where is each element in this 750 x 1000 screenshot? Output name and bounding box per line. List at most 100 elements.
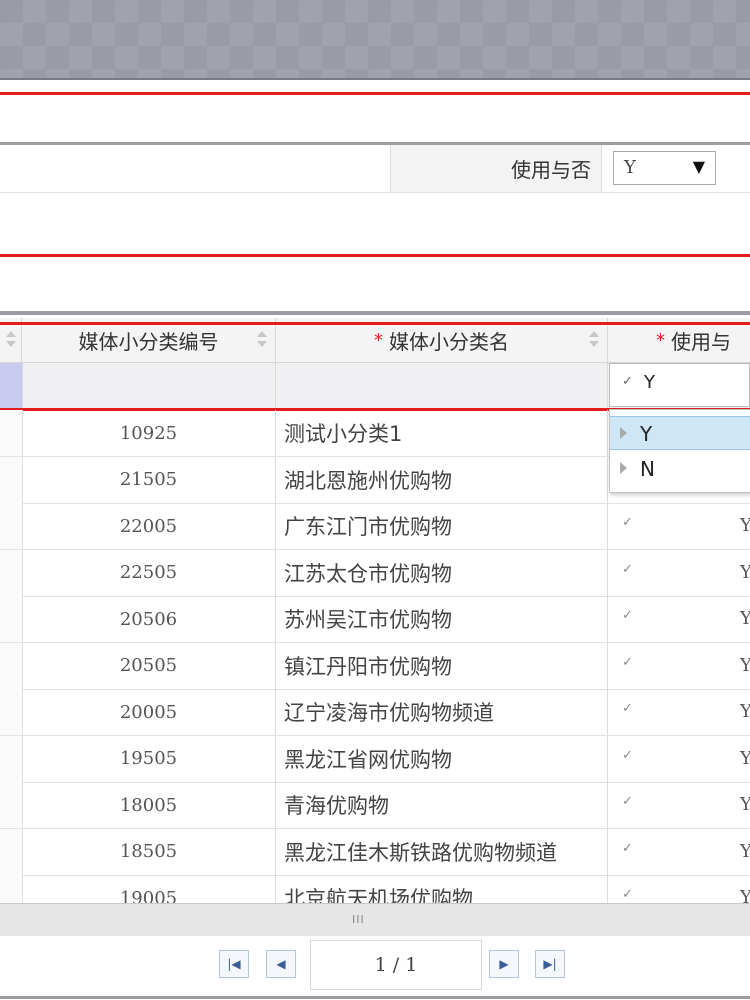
cell-use[interactable]: ✓Y	[608, 689, 750, 735]
first-page-icon: |◀	[227, 957, 241, 971]
dropdown-option-n[interactable]: N	[610, 452, 750, 486]
cell-use-value: Y	[740, 747, 750, 769]
cell-code: 20505	[22, 642, 276, 689]
check-icon: ✓	[622, 701, 633, 716]
table-row[interactable]: 20005 辽宁凌海市优购物频道 ✓ Y	[0, 689, 750, 736]
sort-icon[interactable]	[4, 331, 18, 349]
pager: |◀ ◀ 1 / 1 ▶ ▶|	[0, 936, 750, 999]
use-filter-select[interactable]: Y ▼	[613, 151, 716, 185]
cell-use[interactable]: ✓Y	[608, 503, 750, 549]
cell-use-value: Y	[740, 561, 750, 583]
cell-use[interactable]: ✓Y	[608, 643, 750, 689]
last-page-icon: ▶|	[543, 957, 557, 971]
cell-name: 广东江门市优购物	[276, 503, 608, 549]
cell-use-value: Y	[740, 794, 750, 815]
row-selector[interactable]	[0, 410, 23, 456]
grid-top-border	[0, 311, 750, 315]
cell-code: 22005	[22, 503, 276, 549]
table-row[interactable]: 19505 黑龙江省网优购物 ✓ Y	[0, 735, 750, 783]
use-filter-value: Y	[624, 157, 636, 178]
cell-use[interactable]: ✓Y	[608, 782, 750, 828]
cell-name: 黑龙江佳木斯铁路优购物频道	[276, 828, 608, 875]
last-page-button[interactable]: ▶|	[535, 950, 565, 978]
header-code-label: 媒体小分类编号	[78, 329, 219, 354]
caret-right-icon	[620, 462, 627, 474]
check-icon: ✓	[622, 794, 633, 809]
next-page-icon: ▶	[499, 957, 509, 971]
row-selector[interactable]	[0, 828, 23, 875]
use-edit-value: Y	[644, 372, 655, 393]
prev-page-icon: ◀	[276, 957, 286, 971]
row-selector[interactable]	[0, 503, 23, 549]
cell-name: 黑龙江省网优购物	[276, 735, 608, 782]
table-row[interactable]: 20505 镇江丹阳市优购物 ✓ Y	[0, 642, 750, 690]
horizontal-scrollbar[interactable]: III	[0, 903, 750, 937]
top-banner	[0, 0, 750, 80]
cell-use[interactable]: ✓Y	[608, 550, 750, 596]
cell-name: 苏州吴江市优购物	[276, 596, 608, 642]
use-edit-combobox[interactable]: ✓ Y	[609, 363, 750, 407]
row-selector[interactable]	[0, 363, 22, 409]
cell-use-value: Y	[740, 701, 750, 722]
check-icon: ✓	[622, 887, 633, 902]
edit-cell-code[interactable]	[22, 363, 276, 409]
row-selector[interactable]	[0, 596, 23, 642]
check-icon: ✓	[622, 561, 633, 577]
cell-code: 21505	[22, 456, 276, 503]
cell-name: 青海优购物	[276, 782, 608, 828]
cell-code: 20005	[22, 689, 276, 735]
caret-right-icon	[620, 427, 627, 439]
check-icon: ✓	[622, 747, 633, 763]
check-icon: ✓	[622, 515, 633, 530]
cell-code: 20506	[22, 596, 276, 642]
cell-code: 18005	[22, 782, 276, 828]
cell-name: 测试小分类1	[276, 410, 608, 456]
cell-code: 18505	[22, 828, 276, 875]
table-row[interactable]: 18005 青海优购物 ✓ Y	[0, 782, 750, 829]
cell-name: 湖北恩施州优购物	[276, 456, 608, 503]
row-selector[interactable]	[0, 642, 23, 689]
cell-name: 镇江丹阳市优购物	[276, 642, 608, 689]
table-row[interactable]: 22505 江苏太仓市优购物 ✓ Y	[0, 549, 750, 597]
cell-use-value: Y	[740, 840, 750, 862]
row-selector[interactable]	[0, 456, 23, 503]
first-page-button[interactable]: |◀	[219, 950, 249, 978]
highlight-line-header	[0, 322, 750, 325]
dropdown-option-label: Y	[640, 422, 653, 446]
cell-name: 辽宁凌海市优购物频道	[276, 689, 608, 735]
row-selector[interactable]	[0, 735, 23, 782]
table-row[interactable]: 20506 苏州吴江市优购物 ✓ Y	[0, 596, 750, 643]
cell-use-value: Y	[740, 608, 750, 629]
cell-use[interactable]: ✓Y	[608, 596, 750, 642]
row-selector[interactable]	[0, 782, 23, 828]
sort-icon[interactable]	[587, 331, 601, 349]
cell-use[interactable]: ✓Y	[608, 736, 750, 782]
use-dropdown-list: Y N	[609, 409, 750, 493]
dropdown-option-y[interactable]: Y	[610, 416, 750, 450]
required-mark: *	[656, 329, 665, 351]
header-name-label: 媒体小分类名	[389, 329, 509, 354]
dropdown-option-label: N	[640, 457, 655, 481]
cell-name: 江苏太仓市优购物	[276, 549, 608, 596]
header-use-label: 使用与	[671, 329, 731, 354]
edit-cell-name[interactable]	[276, 363, 608, 409]
cell-use[interactable]: ✓Y	[608, 829, 750, 875]
cell-code: 10925	[22, 410, 276, 456]
use-filter-label: 使用与否	[390, 145, 602, 192]
required-mark: *	[374, 329, 383, 351]
row-selector[interactable]	[0, 689, 23, 735]
page-indicator: 1 / 1	[310, 940, 482, 990]
scrollbar-grip[interactable]: III	[352, 913, 365, 926]
cell-use-value: Y	[740, 654, 750, 676]
next-page-button[interactable]: ▶	[489, 950, 519, 978]
highlight-line-top	[0, 92, 750, 95]
sort-icon[interactable]	[255, 331, 269, 349]
cell-code: 22505	[22, 549, 276, 596]
prev-page-button[interactable]: ◀	[266, 950, 296, 978]
chevron-down-icon: ▼	[692, 157, 705, 176]
check-icon: ✓	[622, 840, 633, 856]
check-icon: ✓	[622, 374, 633, 389]
table-row[interactable]: 22005 广东江门市优购物 ✓ Y	[0, 503, 750, 550]
table-row[interactable]: 18505 黑龙江佳木斯铁路优购物频道 ✓ Y	[0, 828, 750, 876]
row-selector[interactable]	[0, 549, 23, 596]
